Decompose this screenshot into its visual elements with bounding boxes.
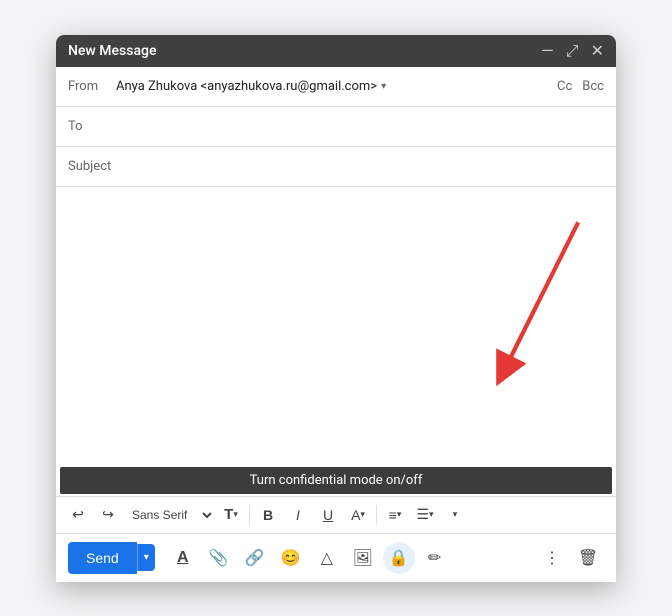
drive-button[interactable]: △ <box>311 542 343 574</box>
align-dropdown-arrow: ▾ <box>397 509 402 520</box>
underline-button[interactable]: U <box>314 501 342 529</box>
format-text-button[interactable]: A <box>167 542 199 574</box>
indent-button[interactable]: ▾ <box>441 501 469 529</box>
bcc-button[interactable]: Bcc <box>582 79 604 94</box>
confidential-icon: 🔒 <box>389 548 409 568</box>
subject-input[interactable] <box>116 159 604 174</box>
redo-icon: ↪ <box>102 506 114 523</box>
trash-icon: 🗑 <box>578 548 598 568</box>
link-icon: 🔗 <box>245 548 265 568</box>
from-label: From <box>68 79 116 94</box>
subject-label: Subject <box>68 159 116 174</box>
signature-button[interactable]: ✏ <box>419 542 451 574</box>
drive-icon: △ <box>321 548 333 568</box>
emoji-icon: 😊 <box>281 548 301 568</box>
attach-icon: 📎 <box>209 548 229 568</box>
expand-button[interactable]: ⤢ <box>566 43 579 59</box>
text-color-dropdown-arrow: ▾ <box>360 509 365 520</box>
undo-icon: ↩ <box>72 506 84 523</box>
font-size-dropdown-arrow: ▾ <box>233 509 238 520</box>
more-options-icon: ⋮ <box>544 548 560 568</box>
align-button[interactable]: ≡ ▾ <box>381 501 409 529</box>
insert-image-button[interactable]: 🖼 <box>347 542 379 574</box>
list-icon: ☰ <box>416 506 429 523</box>
from-value: Anya Zhukova <anyazhukova.ru@gmail.com> … <box>116 79 557 94</box>
send-button-group: Send ▾ <box>68 542 155 574</box>
font-size-icon: T <box>224 506 233 523</box>
format-text-icon: A <box>177 549 189 567</box>
compose-window: New Message — ⤢ ✕ From Anya Zhukova <any… <box>56 35 616 582</box>
bold-icon: B <box>263 507 273 523</box>
send-dropdown-icon: ▾ <box>144 552 149 563</box>
window-title: New Message <box>68 43 156 59</box>
align-icon: ≡ <box>389 507 397 523</box>
indent-dropdown-arrow: ▾ <box>453 509 458 520</box>
bold-button[interactable]: B <box>254 501 282 529</box>
formatting-toolbar: ↩ ↪ Sans Serif Serif Monospace T ▾ B I U… <box>56 496 616 533</box>
send-button[interactable]: Send <box>68 542 137 574</box>
to-label: To <box>68 119 116 134</box>
image-icon: 🖼 <box>353 548 373 568</box>
cc-bcc-buttons: Cc Bcc <box>557 79 604 94</box>
insert-link-button[interactable]: 🔗 <box>239 542 271 574</box>
tooltip: Turn confidential mode on/off <box>60 467 612 494</box>
italic-icon: I <box>296 507 300 523</box>
confidential-button[interactable]: 🔒 <box>383 542 415 574</box>
emoji-button[interactable]: 😊 <box>275 542 307 574</box>
more-options-button[interactable]: ⋮ <box>536 542 568 574</box>
body-input[interactable] <box>68 195 604 455</box>
undo-button[interactable]: ↩ <box>64 501 92 529</box>
to-input[interactable] <box>116 119 604 134</box>
list-button[interactable]: ☰ ▾ <box>411 501 439 529</box>
attach-file-button[interactable]: 📎 <box>203 542 235 574</box>
divider-1 <box>249 505 250 525</box>
from-dropdown-arrow[interactable]: ▾ <box>381 81 386 92</box>
discard-button[interactable]: 🗑 <box>572 542 604 574</box>
to-row: To <box>56 107 616 147</box>
title-bar: New Message — ⤢ ✕ <box>56 35 616 67</box>
close-button[interactable]: ✕ <box>591 43 604 59</box>
list-dropdown-arrow: ▾ <box>429 509 434 520</box>
from-address: Anya Zhukova <anyazhukova.ru@gmail.com> <box>116 79 377 94</box>
minimize-button[interactable]: — <box>541 43 554 59</box>
from-row: From Anya Zhukova <anyazhukova.ru@gmail.… <box>56 67 616 107</box>
font-size-button[interactable]: T ▾ <box>217 501 245 529</box>
window-controls: — ⤢ ✕ <box>541 43 604 59</box>
divider-2 <box>376 505 377 525</box>
italic-button[interactable]: I <box>284 501 312 529</box>
send-label: Send <box>86 550 119 566</box>
font-select[interactable]: Sans Serif Serif Monospace <box>124 505 215 525</box>
subject-row: Subject <box>56 147 616 187</box>
bottom-bar: Send ▾ A 📎 🔗 😊 △ 🖼 🔒 ✏ <box>56 533 616 582</box>
cc-button[interactable]: Cc <box>557 79 572 94</box>
tooltip-text: Turn confidential mode on/off <box>250 473 423 488</box>
body-area <box>56 187 616 467</box>
redo-button[interactable]: ↪ <box>94 501 122 529</box>
text-color-button[interactable]: A ▾ <box>344 501 372 529</box>
signature-icon: ✏ <box>428 548 441 568</box>
text-color-icon: A <box>351 507 360 523</box>
underline-icon: U <box>323 507 333 523</box>
send-dropdown-button[interactable]: ▾ <box>137 544 155 571</box>
